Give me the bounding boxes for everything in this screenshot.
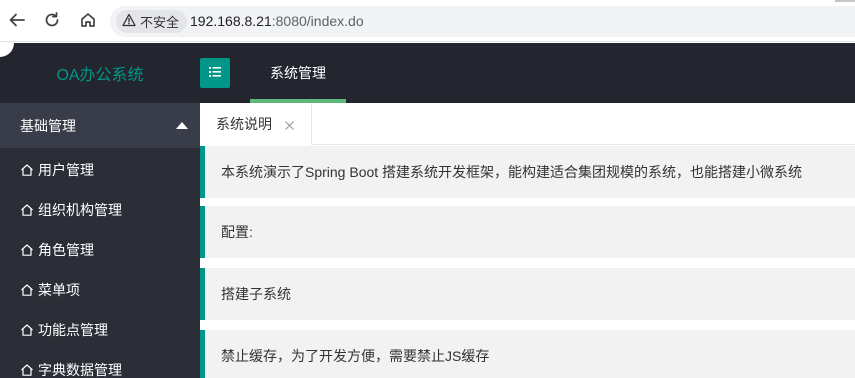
- sidebar-item-menu-items[interactable]: 菜单项: [0, 270, 200, 310]
- list-icon: [207, 64, 223, 83]
- warning-icon: [122, 13, 140, 30]
- sidebar-item-function-management[interactable]: 功能点管理: [0, 310, 200, 350]
- sidebar-item-label: 角色管理: [38, 242, 94, 258]
- address-bar[interactable]: 不安全 192.168.8.21:8080/index.do: [110, 6, 855, 37]
- sidebar-item-label: 菜单项: [38, 282, 80, 298]
- content-text: 搭建子系统: [221, 286, 291, 302]
- sidebar-item-label: 字典数据管理: [38, 362, 122, 378]
- sidebar-item-label: 用户管理: [38, 162, 94, 178]
- sidebar-group-label: 基础管理: [20, 117, 76, 134]
- home-icon: [20, 363, 34, 377]
- sidebar-item-dictionary-management[interactable]: 字典数据管理: [0, 350, 200, 378]
- tab-label: 系统说明: [216, 116, 272, 132]
- content-text: 本系统演示了Spring Boot 搭建系统开发框架，能构建适合集团规模的系统，…: [221, 164, 803, 180]
- home-icon: [20, 323, 34, 337]
- sidebar-item-role-management[interactable]: 角色管理: [0, 230, 200, 270]
- home-icon: [20, 243, 34, 257]
- home-icon: [79, 11, 97, 32]
- home-icon: [20, 163, 34, 177]
- window-edge: [835, 0, 855, 2]
- security-label: 不安全: [140, 15, 180, 30]
- reload-icon: [43, 11, 61, 32]
- url-host: 192.168.8.21: [190, 13, 272, 29]
- content-block-intro: 本系统演示了Spring Boot 搭建系统开发框架，能构建适合集团规模的系统，…: [200, 146, 855, 198]
- security-indicator[interactable]: 不安全: [116, 10, 188, 33]
- sidebar-item-user-management[interactable]: 用户管理: [0, 150, 200, 190]
- content-block-config: 配置:: [200, 206, 855, 258]
- sidebar: 基础管理 用户管理 组织机构管理 角色管理 菜单项 功能点管理 字典数据管理: [0, 103, 200, 378]
- tab-bar: 系统说明: [200, 103, 855, 145]
- browser-toolbar: 不安全 192.168.8.21:8080/index.do: [0, 0, 855, 42]
- top-nav-system-management[interactable]: 系统管理: [250, 43, 346, 103]
- home-icon: [20, 283, 34, 297]
- back-button[interactable]: [6, 10, 28, 32]
- url-path: :8080/index.do: [271, 13, 364, 29]
- sidebar-item-label: 功能点管理: [38, 322, 108, 338]
- content-text: 配置:: [221, 224, 253, 240]
- tab-system-description[interactable]: 系统说明: [200, 103, 312, 145]
- home-icon: [20, 203, 34, 217]
- app-header: OA办公系统 系统管理: [0, 43, 855, 103]
- arrow-left-icon: [8, 11, 26, 32]
- menu-toggle-button[interactable]: [200, 58, 230, 88]
- close-icon[interactable]: [284, 118, 295, 130]
- sidebar-item-org-management[interactable]: 组织机构管理: [0, 190, 200, 230]
- content-block-cache: 禁止缓存，为了开发方便，需要禁止JS缓存: [200, 330, 855, 378]
- sidebar-item-label: 组织机构管理: [38, 202, 122, 218]
- sidebar-group-basic-management[interactable]: 基础管理: [0, 103, 200, 148]
- sidebar-list: 用户管理 组织机构管理 角色管理 菜单项 功能点管理 字典数据管理: [0, 148, 200, 378]
- home-button[interactable]: [77, 10, 99, 32]
- url-text[interactable]: 192.168.8.21:8080/index.do: [190, 13, 364, 29]
- caret-up-icon: [176, 122, 188, 129]
- app-logo[interactable]: OA办公系统: [0, 43, 200, 103]
- reload-button[interactable]: [41, 10, 63, 32]
- content-block-subsystem: 搭建子系统: [200, 268, 855, 320]
- content-text: 禁止缓存，为了开发方便，需要禁止JS缓存: [221, 348, 490, 364]
